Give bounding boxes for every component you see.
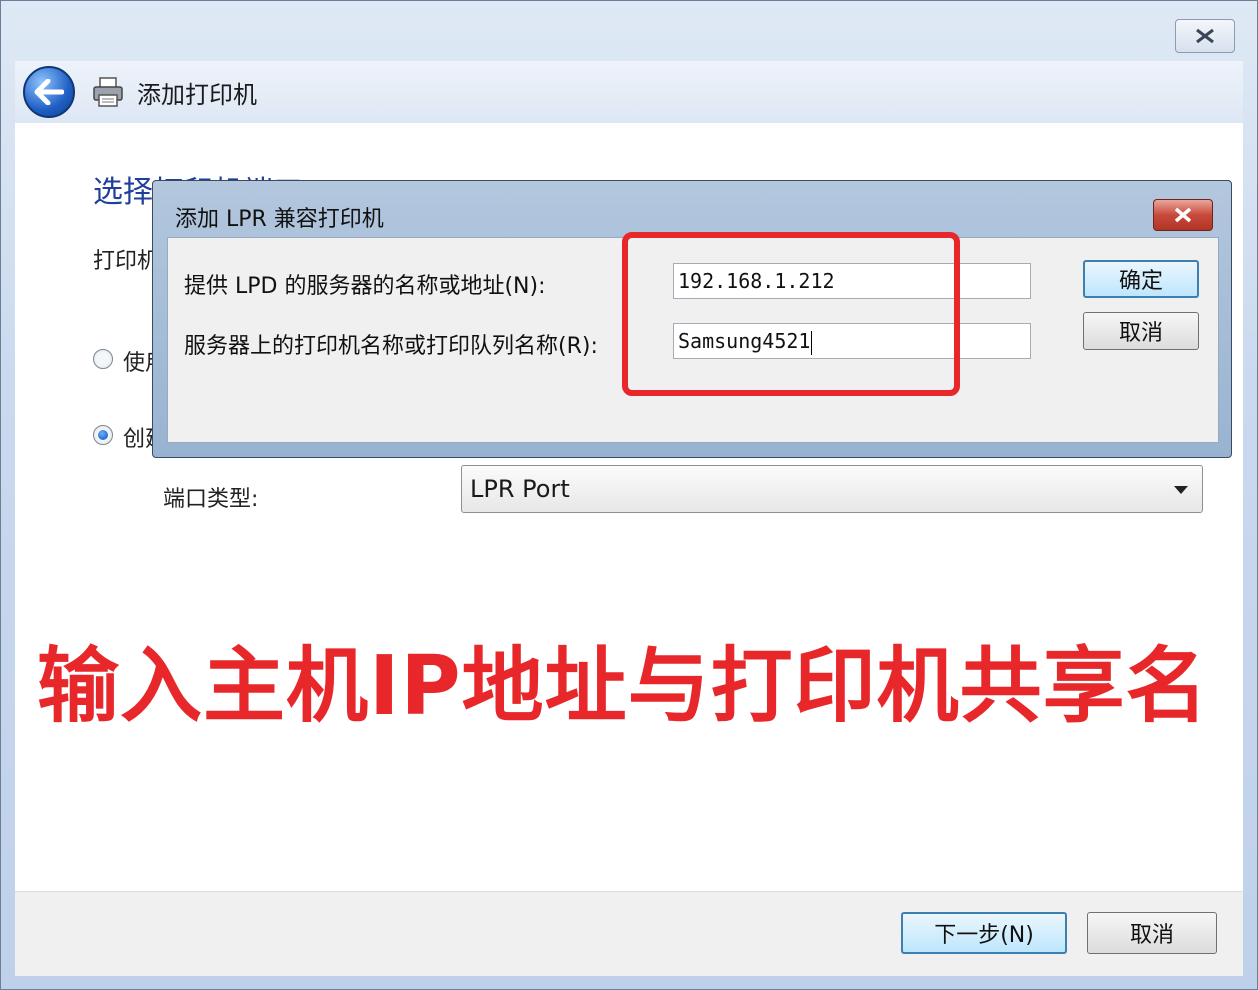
add-printer-wizard: 添加打印机 选择打印机端口 打印机 使用 创建 端口类型: LPR Port 输… <box>0 0 1258 990</box>
cancel-button[interactable]: 取消 <box>1087 912 1217 954</box>
wizard-header: 添加打印机 <box>15 61 1243 123</box>
use-existing-port-radio[interactable] <box>93 349 113 369</box>
queue-name-label: 服务器上的打印机名称或打印队列名称(R): <box>184 334 598 359</box>
back-button[interactable] <box>23 66 75 118</box>
port-type-select[interactable]: LPR Port <box>461 465 1203 513</box>
annotation-highlight-box <box>622 232 960 396</box>
close-icon <box>1196 28 1214 44</box>
dialog-cancel-button[interactable]: 取消 <box>1083 312 1199 350</box>
server-name-label: 提供 LPD 的服务器的名称或地址(N): <box>184 274 546 299</box>
port-type-label: 端口类型: <box>163 487 259 512</box>
dialog-close-button[interactable] <box>1153 199 1213 231</box>
annotation-text: 输入主机IP地址与打印机共享名 <box>37 639 1209 734</box>
wizard-footer: 下一步(N) 取消 <box>15 891 1243 976</box>
next-button[interactable]: 下一步(N) <box>901 912 1067 954</box>
ok-button[interactable]: 确定 <box>1083 260 1199 298</box>
port-type-value: LPR Port <box>470 475 570 503</box>
dialog-title: 添加 LPR 兼容打印机 <box>175 207 384 232</box>
close-window-button[interactable] <box>1175 19 1235 53</box>
printer-label: 打印机 <box>93 249 160 274</box>
back-arrow-icon <box>34 79 64 105</box>
chevron-down-icon <box>1174 486 1188 494</box>
wizard-title: 添加打印机 <box>137 81 257 109</box>
printer-icon <box>93 77 123 107</box>
create-new-port-radio[interactable] <box>93 425 113 445</box>
close-icon <box>1174 207 1192 223</box>
